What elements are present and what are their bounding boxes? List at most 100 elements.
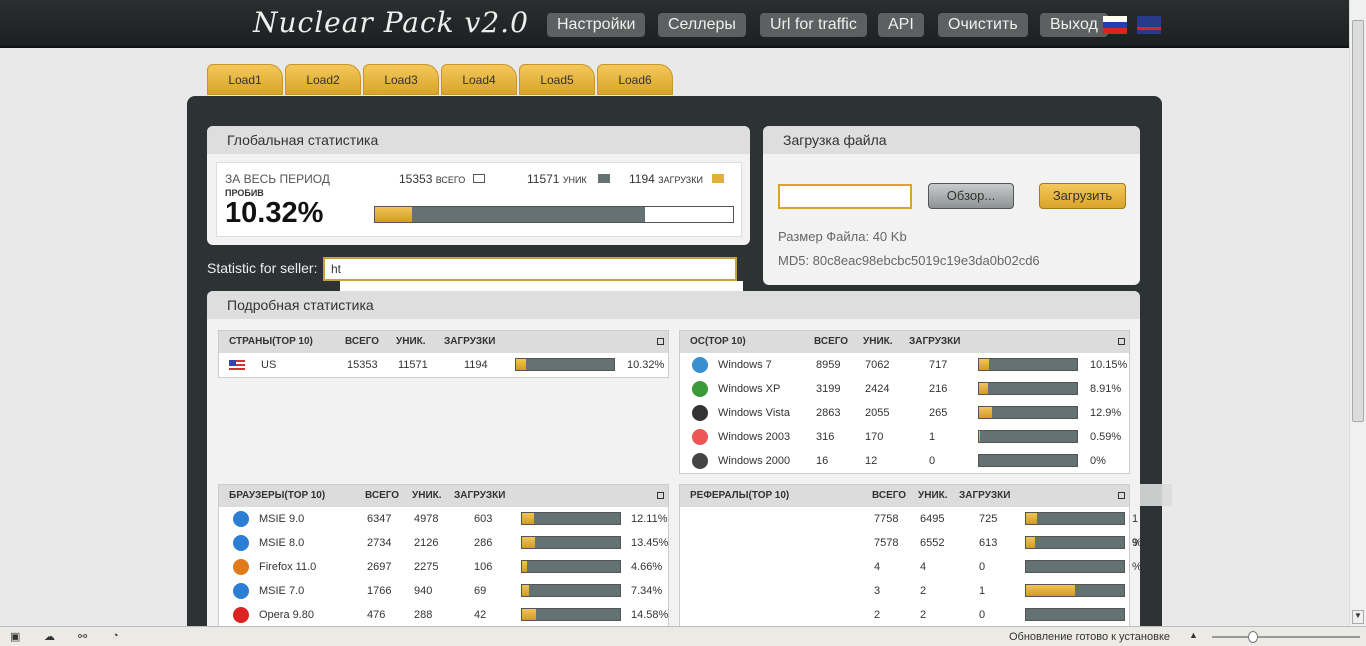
row-percent: 8.91%: [1090, 383, 1122, 395]
update-arrow-icon[interactable]: ▲: [1189, 630, 1198, 640]
table-header: СТРАНЫ(TOP 10) ВСЕГО УНИК. ЗАГРУЗКИ: [219, 331, 668, 353]
row-total: 2697: [367, 561, 392, 573]
column-header[interactable]: СТРАНЫ(TOP 10): [229, 331, 313, 353]
row-progress-bar: [1025, 608, 1125, 621]
seller-input[interactable]: ht: [323, 257, 737, 281]
row-name: MSIE 9.0: [259, 513, 305, 525]
row-progress-bar: [521, 584, 621, 597]
tab-load3[interactable]: Load3: [363, 64, 439, 95]
cloud-icon[interactable]: ☁: [44, 630, 55, 643]
row-percent: 13.45%: [631, 537, 669, 549]
scrollbar[interactable]: ▼: [1349, 0, 1366, 626]
tab-load4[interactable]: Load4: [441, 64, 517, 95]
seller-autocomplete[interactable]: [340, 281, 743, 291]
column-header[interactable]: УНИК.: [918, 485, 948, 507]
unique-label: УНИК: [562, 175, 587, 185]
row-name: MSIE 7.0: [259, 585, 305, 597]
row-name: Windows XP: [718, 383, 781, 395]
opera-icon: [233, 607, 249, 623]
column-header[interactable]: ВСЕГО: [365, 485, 399, 507]
tab-load6[interactable]: Load6: [597, 64, 673, 95]
table-row: Firefox 11.0 2697 2275 106 4.66%: [219, 555, 668, 579]
table-row: 2 2 0: [680, 603, 1129, 627]
column-header[interactable]: ЗАГРУЗКИ: [959, 485, 1010, 507]
row-loads: 1194: [464, 359, 488, 371]
column-header[interactable]: ЗАГРУЗКИ: [909, 331, 960, 353]
row-total: 8959: [816, 359, 841, 371]
row-progress-bar: [1025, 560, 1125, 573]
row-total: 2863: [816, 407, 841, 419]
row-progress-bar: [515, 358, 615, 371]
column-header[interactable]: БРАУЗЕРЫ(TOP 10): [229, 485, 325, 507]
probiv-value: 10.32%: [225, 197, 324, 229]
column-header[interactable]: УНИК.: [396, 331, 426, 353]
minimize-icon[interactable]: [657, 492, 664, 499]
us-flag-icon: [229, 360, 245, 370]
nav-clear[interactable]: Очистить: [938, 13, 1028, 37]
row-progress-bar: [978, 382, 1078, 395]
table-row: Windows XP 3199 2424 216 8.91%: [680, 377, 1129, 401]
tab-load2[interactable]: Load2: [285, 64, 361, 95]
row-name: Firefox 11.0: [259, 561, 317, 573]
seller-label: Statistic for seller:: [207, 260, 318, 276]
scroll-down-icon[interactable]: ▼: [1352, 610, 1364, 624]
tab-load1[interactable]: Load1: [207, 64, 283, 95]
row-total: 2: [874, 609, 881, 621]
column-header[interactable]: ЗАГРУЗКИ: [444, 331, 495, 353]
column-header[interactable]: УНИК.: [412, 485, 442, 507]
file-path-input[interactable]: [778, 184, 912, 209]
update-status[interactable]: Обновление готово к установке: [1009, 631, 1170, 643]
nav-api[interactable]: API: [878, 13, 924, 37]
scrollbar-thumb[interactable]: [1352, 20, 1364, 422]
zoom-slider[interactable]: [1212, 636, 1360, 638]
row-loads: 42: [474, 609, 487, 621]
nav-logout[interactable]: Выход: [1040, 13, 1108, 37]
minimize-icon[interactable]: [1118, 492, 1125, 499]
row-percent: 10.15%: [1090, 359, 1128, 371]
table-header: РЕФЕРАЛЫ(TOP 10) ВСЕГО УНИК. ЗАГРУЗКИ: [680, 485, 1129, 507]
row-unique: 940: [414, 585, 433, 597]
row-total: 16: [816, 455, 829, 467]
windows-2000-icon: [692, 453, 708, 469]
row-name: Windows Vista: [718, 407, 790, 419]
row-unique: 4978: [414, 513, 439, 525]
share-icon[interactable]: ⚯: [78, 630, 87, 643]
table-row: MSIE 9.0 6347 4978 603 12.11%: [219, 507, 668, 531]
row-total: 2734: [367, 537, 392, 549]
detail-title: Подробная статистика: [207, 291, 1140, 319]
nav-url-for-traffic[interactable]: Url for traffic: [760, 13, 867, 37]
row-progress-bar: [521, 608, 621, 621]
nav-sellers[interactable]: Селлеры: [658, 13, 746, 37]
column-header[interactable]: ВСЕГО: [345, 331, 379, 353]
row-total: 4: [874, 561, 881, 573]
column-header[interactable]: ЗАГРУЗКИ: [454, 485, 505, 507]
column-header[interactable]: ВСЕГО: [872, 485, 906, 507]
column-header[interactable]: ОС(TOP 10): [690, 331, 746, 353]
row-progress-bar: [1025, 536, 1125, 549]
row-name: Windows 7: [718, 359, 772, 371]
legend-loads-swatch: [712, 174, 725, 183]
upload-box: Загрузка файла Обзор... Загрузить Размер…: [763, 126, 1140, 285]
russian-flag-icon[interactable]: [1103, 16, 1127, 34]
row-total: 15353: [347, 359, 378, 371]
legend-total-swatch: [472, 174, 485, 183]
browse-button[interactable]: Обзор...: [928, 183, 1014, 209]
column-header[interactable]: ВСЕГО: [814, 331, 848, 353]
uk-flag-icon[interactable]: [1137, 16, 1161, 34]
upload-button[interactable]: Загрузить: [1039, 183, 1126, 209]
minimize-icon[interactable]: [657, 338, 664, 345]
tab-load5[interactable]: Load5: [519, 64, 595, 95]
zoom-slider-handle[interactable]: [1248, 631, 1258, 643]
row-progress-bar: [521, 512, 621, 525]
column-header[interactable]: УНИК.: [863, 331, 893, 353]
minimize-icon[interactable]: [1118, 338, 1125, 345]
column-header[interactable]: РЕФЕРАЛЫ(TOP 10): [690, 485, 789, 507]
speed-dial-icon[interactable]: ◔: [112, 630, 119, 642]
row-unique: 170: [865, 431, 884, 443]
row-loads: 106: [474, 561, 493, 573]
row-percent: 7.34%: [631, 585, 663, 597]
nav-settings[interactable]: Настройки: [547, 13, 646, 37]
referrals-table: РЕФЕРАЛЫ(TOP 10) ВСЕГО УНИК. ЗАГРУЗКИ 7758 64…: [679, 484, 1142, 628]
panel-toggle-icon[interactable]: ▣: [10, 630, 20, 643]
row-name: Windows 2000: [718, 455, 791, 467]
